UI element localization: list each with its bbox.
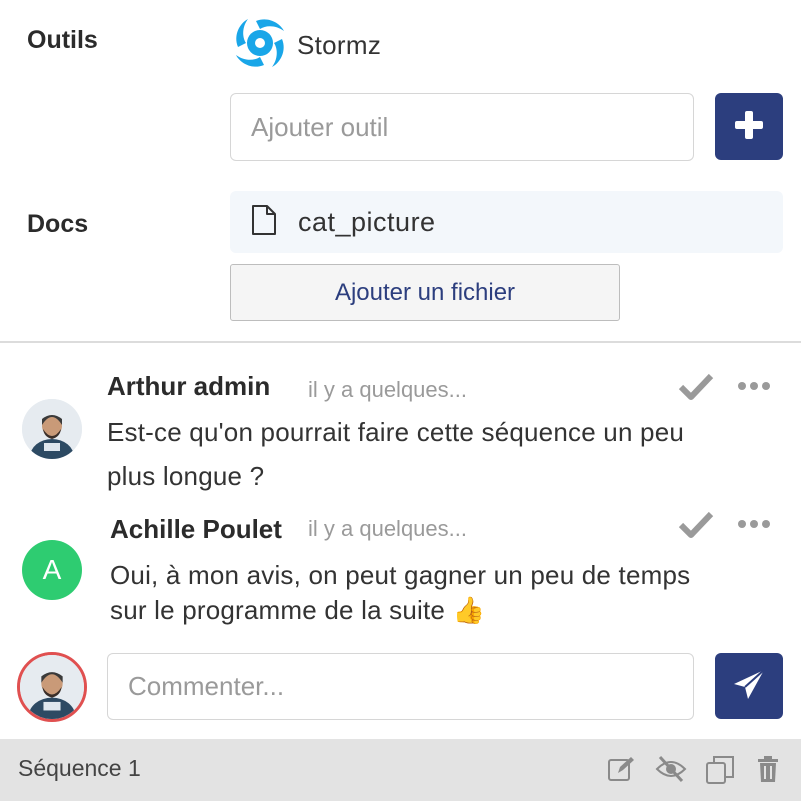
add-file-button[interactable]: Ajouter un fichier xyxy=(230,264,620,321)
plus-icon xyxy=(732,108,766,145)
sequence-footer: Séquence 1 xyxy=(0,739,801,801)
comment-input[interactable] xyxy=(107,653,694,720)
add-tool-input[interactable] xyxy=(230,93,694,161)
stormz-logo-icon xyxy=(233,16,287,75)
send-comment-button[interactable] xyxy=(715,653,783,719)
add-tool-button[interactable] xyxy=(715,93,783,160)
tools-label: Outils xyxy=(27,26,98,54)
avatar: A xyxy=(22,540,82,600)
tool-name: Stormz xyxy=(297,30,382,60)
trash-icon[interactable] xyxy=(756,755,780,788)
comment-time: il y a quelques... xyxy=(308,516,467,541)
resolve-check-icon[interactable] xyxy=(678,372,714,405)
comment-time: il y a quelques... xyxy=(308,377,467,402)
avatar xyxy=(22,399,82,459)
edit-icon[interactable] xyxy=(606,755,636,788)
more-options-icon[interactable] xyxy=(737,516,771,534)
comment-text-line: plus longue ? xyxy=(107,461,265,491)
more-options-icon[interactable] xyxy=(737,378,771,396)
comment-author: Achille Poulet xyxy=(110,514,282,544)
paper-plane-icon xyxy=(732,668,766,705)
file-icon xyxy=(250,204,278,241)
divider xyxy=(0,341,801,343)
comment-text-line: Est-ce qu'on pourrait faire cette séquen… xyxy=(107,417,685,447)
comment-author: Arthur admin xyxy=(107,371,271,401)
eye-slash-icon[interactable] xyxy=(655,755,687,788)
duplicate-icon[interactable] xyxy=(705,755,735,790)
docs-label: Docs xyxy=(27,210,89,238)
current-user-avatar xyxy=(17,652,87,722)
comment-text-line: sur le programme de la suite 👍 xyxy=(110,595,486,625)
doc-name: cat_picture xyxy=(298,206,436,237)
tool-item-stormz[interactable]: Stormz xyxy=(233,16,381,75)
sequence-title: Séquence 1 xyxy=(18,755,141,781)
doc-item-cat-picture[interactable]: cat_picture xyxy=(230,191,783,253)
resolve-check-icon[interactable] xyxy=(678,510,714,543)
